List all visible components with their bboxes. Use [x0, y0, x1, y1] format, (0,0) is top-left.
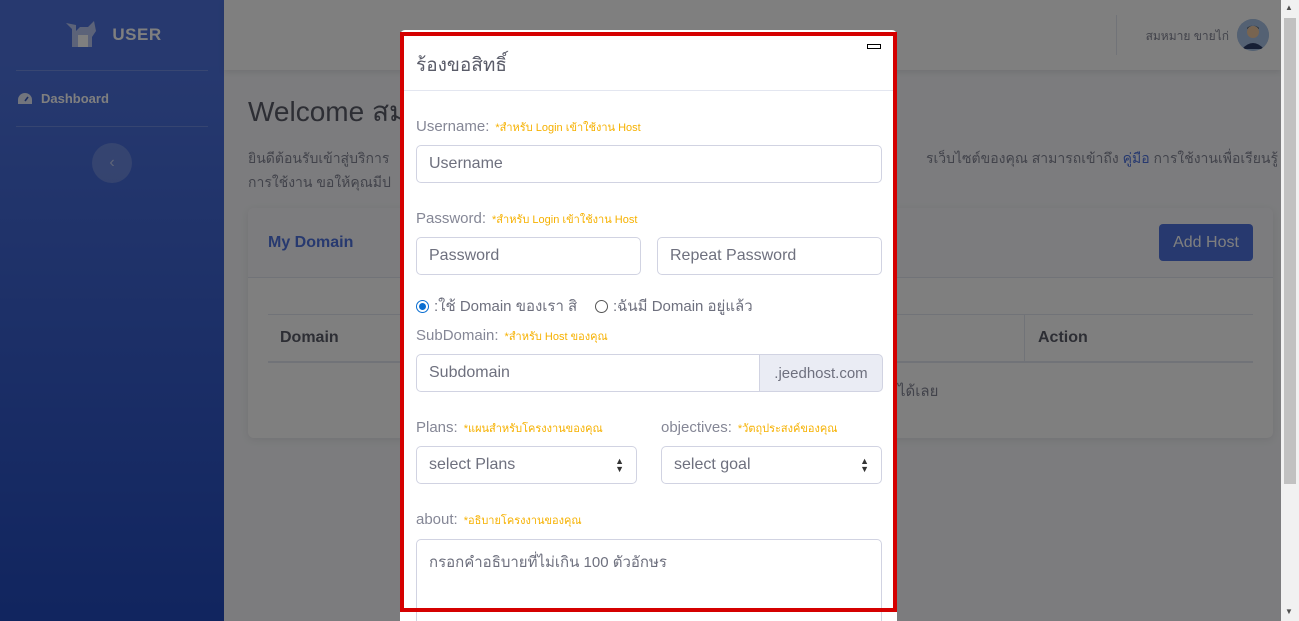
radio-use-our-domain[interactable]: :ใช้ Domain ของเรา สิ — [416, 294, 577, 318]
radio-unchecked-icon[interactable] — [595, 299, 608, 313]
objectives-note: *วัตถุประสงค์ของคุณ — [737, 423, 838, 435]
about-note: *อธิบายโครงงานของคุณ — [463, 515, 582, 527]
select-arrows-icon: ▲ ▼ — [860, 456, 869, 474]
plans-select[interactable]: select Plans ▲ ▼ — [416, 446, 637, 484]
objectives-label: objectives: *วัตถุประสงค์ของคุณ — [661, 419, 837, 437]
minimize-icon[interactable] — [867, 44, 881, 49]
radio-checked-icon[interactable] — [416, 299, 429, 313]
modal-header: ร้องขอสิทธิ์ — [400, 30, 897, 91]
plans-note: *แผนสำหรับโครงงานของคุณ — [463, 423, 603, 435]
subdomain-label: SubDomain: *สำหรับ Host ของคุณ — [416, 327, 608, 345]
radio-label: :ฉันมี Domain อยู่แล้ว — [613, 298, 753, 315]
scroll-up-icon[interactable]: ▲ — [1285, 3, 1293, 12]
password-label: Password: *สำหรับ Login เข้าใช้งาน Host — [416, 210, 637, 228]
domain-suffix: .jeedhost.com — [759, 354, 883, 392]
objectives-label-text: objectives: — [661, 419, 732, 436]
username-label: Username: *สำหรับ Login เข้าใช้งาน Host — [416, 118, 641, 136]
modal-title: ร้องขอสิทธิ์ — [416, 55, 508, 76]
username-note: *สำหรับ Login เข้าใช้งาน Host — [495, 122, 641, 134]
password-note: *สำหรับ Login เข้าใช้งาน Host — [492, 214, 638, 226]
password-input[interactable]: Password — [416, 237, 641, 275]
radio-have-own-domain[interactable]: :ฉันมี Domain อยู่แล้ว — [595, 294, 753, 318]
page-scrollbar[interactable]: ▲ ▼ — [1281, 0, 1299, 621]
about-textarea[interactable]: กรอกคำอธิบายที่ไม่เกิน 100 ตัวอักษร — [416, 539, 882, 621]
password-label-text: Password: — [416, 210, 487, 227]
repeat-password-input[interactable]: Repeat Password — [657, 237, 882, 275]
scroll-down-icon[interactable]: ▼ — [1285, 607, 1293, 616]
subdomain-label-text: SubDomain: — [416, 327, 499, 344]
plans-label: Plans: *แผนสำหรับโครงงานของคุณ — [416, 419, 603, 437]
about-label-text: about: — [416, 511, 458, 528]
subdomain-note: *สำหรับ Host ของคุณ — [504, 331, 608, 343]
objectives-selected-value: select goal — [674, 456, 751, 473]
select-arrows-icon: ▲ ▼ — [615, 456, 624, 474]
radio-label: :ใช้ Domain ของเรา สิ — [434, 298, 578, 315]
objectives-select[interactable]: select goal ▲ ▼ — [661, 446, 882, 484]
username-input[interactable]: Username — [416, 145, 882, 183]
subdomain-input[interactable]: Subdomain — [416, 354, 760, 392]
request-access-modal: ร้องขอสิทธิ์ Username: *สำหรับ Login เข้า… — [400, 30, 897, 621]
scrollbar-thumb[interactable] — [1284, 18, 1296, 484]
about-label: about: *อธิบายโครงงานของคุณ — [416, 511, 582, 529]
plans-label-text: Plans: — [416, 419, 458, 436]
plans-selected-value: select Plans — [429, 456, 516, 473]
username-label-text: Username: — [416, 118, 490, 135]
